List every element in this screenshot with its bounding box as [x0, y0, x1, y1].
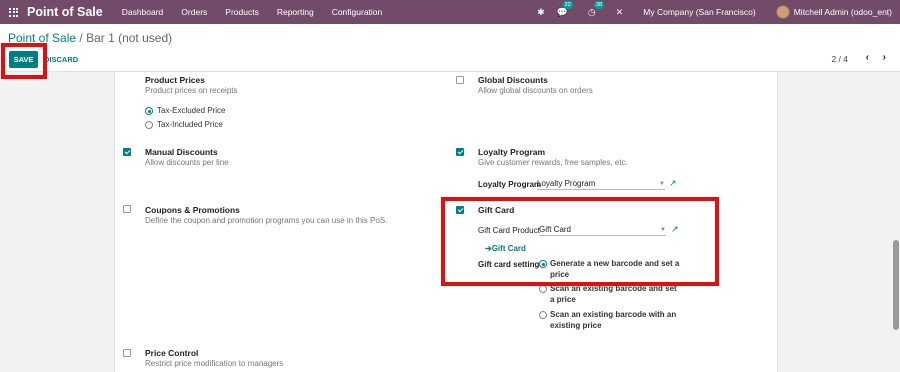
caret-down-icon[interactable]: ▼ [659, 181, 665, 187]
breadcrumb-current: Bar 1 (not used) [86, 31, 173, 45]
tax-included-label[interactable]: Tax-Included Price [157, 119, 223, 130]
external-link-icon[interactable]: ↗ [669, 178, 677, 189]
tax-excluded-radio[interactable] [145, 107, 153, 115]
clock-icon[interactable]: ◷ 38 [588, 0, 605, 18]
menu-dashboard[interactable]: Dashboard [113, 7, 173, 17]
loyalty-program-checkbox[interactable] [456, 148, 464, 156]
coupons-title: Coupons & Promotions [145, 205, 240, 215]
messages-badge: 22 [562, 0, 573, 9]
coupons-checkbox[interactable] [123, 205, 131, 213]
loyalty-program-desc: Give customer rewards, free samples, etc… [478, 158, 628, 167]
price-control-checkbox[interactable] [123, 349, 131, 357]
top-navbar: Point of Sale Dashboard Orders Products … [0, 0, 900, 24]
navbar-systray: ✱ 💬 22 ◷ 38 ✕ My Company (San Francisco) M… [531, 0, 900, 24]
bug-icon[interactable]: ✱ [537, 7, 545, 18]
gift-card-scan-set-radio[interactable] [539, 285, 547, 293]
price-control-desc: Restrict price modification to managers [145, 359, 284, 368]
gift-card-scan-existing-radio[interactable] [539, 311, 547, 319]
save-highlight-box [1, 43, 47, 79]
menu-configuration[interactable]: Configuration [323, 7, 392, 17]
gift-card-scan-set-label[interactable]: Scan an existing barcode and set a price [550, 283, 680, 305]
main-menu: Dashboard Orders Products Reporting Conf… [113, 7, 392, 17]
tools-icon[interactable]: ✕ [616, 7, 624, 18]
apps-grid-icon[interactable] [9, 7, 18, 17]
user-menu[interactable]: Mitchell Admin (odoo_ent) [794, 7, 892, 17]
manual-discounts-title: Manual Discounts [145, 147, 218, 157]
loyalty-program-field-label: Loyalty Program [478, 180, 542, 189]
manual-discounts-desc: Allow discounts per line [145, 158, 229, 167]
app-title[interactable]: Point of Sale [27, 5, 103, 19]
chevron-left-icon[interactable]: ‹ [866, 52, 869, 63]
gift-card-scan-existing-label[interactable]: Scan an existing barcode with an existin… [550, 309, 680, 331]
scrollbar[interactable] [893, 240, 899, 330]
loyalty-program-select[interactable]: Loyalty Program [537, 179, 665, 190]
manual-discounts-checkbox[interactable] [123, 148, 131, 156]
loyalty-program-title: Loyalty Program [478, 147, 546, 157]
product-prices-title: Product Prices [145, 75, 205, 85]
chevron-right-icon[interactable]: › [883, 52, 886, 63]
global-discounts-checkbox[interactable] [456, 76, 464, 84]
breadcrumb-separator: / [76, 31, 87, 45]
avatar[interactable] [775, 5, 790, 19]
global-discounts-title: Global Discounts [478, 75, 548, 85]
gift-card-highlight-box [441, 197, 719, 286]
coupons-desc: Define the coupon and promotion programs… [145, 216, 388, 225]
tax-excluded-label[interactable]: Tax-Excluded Price [157, 105, 225, 116]
activities-badge: 38 [593, 0, 605, 9]
menu-orders[interactable]: Orders [172, 7, 216, 17]
discard-button[interactable]: DISCARD [44, 55, 78, 64]
product-prices-desc: Product prices on receipts [145, 86, 238, 95]
price-control-title: Price Control [145, 348, 199, 358]
global-discounts-desc: Allow global discounts on orders [478, 86, 593, 95]
tax-included-radio[interactable] [145, 121, 153, 129]
menu-reporting[interactable]: Reporting [268, 7, 323, 17]
menu-products[interactable]: Products [216, 7, 268, 17]
pager-value[interactable]: 2 / 4 [831, 54, 848, 64]
chat-icon[interactable]: 💬 22 [557, 0, 573, 18]
company-switcher[interactable]: My Company (San Francisco) [643, 7, 755, 17]
